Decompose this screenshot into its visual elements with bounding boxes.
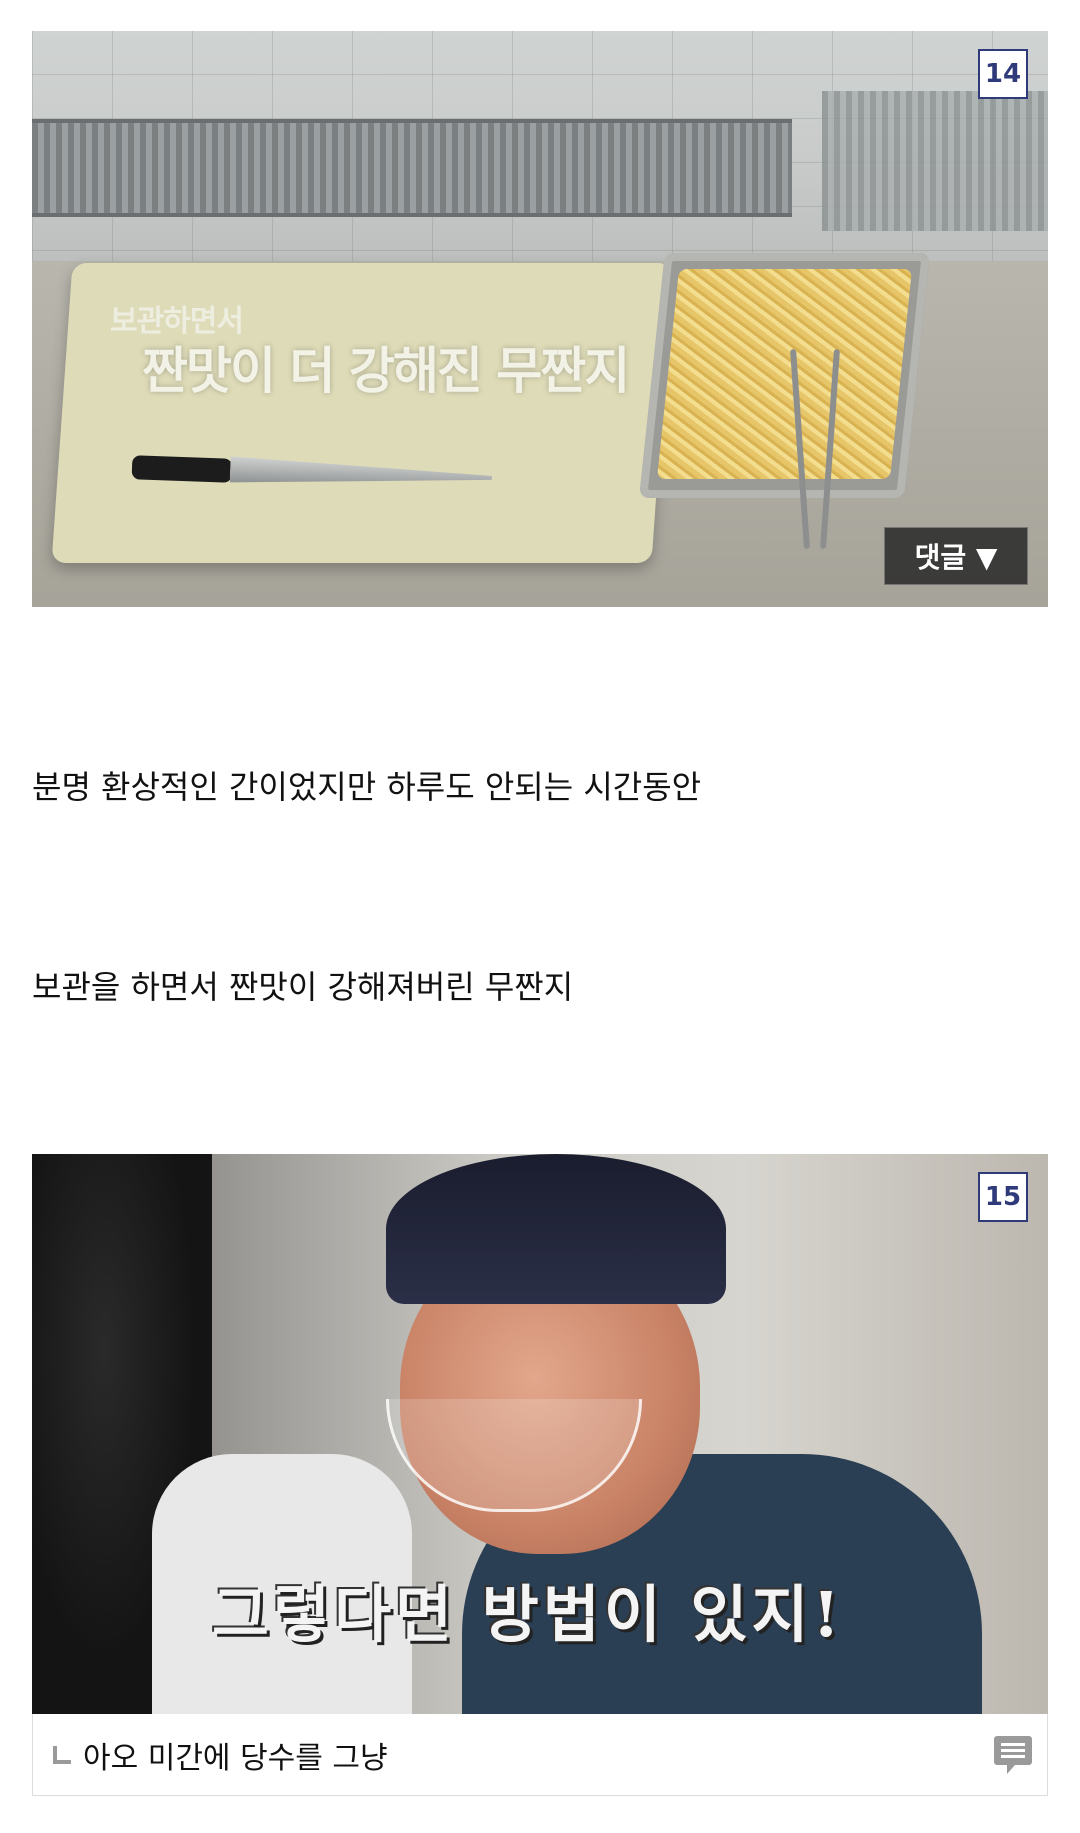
post-paragraph: 보관을 하면서 짠맛이 강해져버린 무짠지 — [32, 968, 574, 1006]
reply-corner-icon — [53, 1745, 71, 1764]
comment-toggle-button[interactable]: 댓글 ▼ — [884, 527, 1028, 585]
image-number-badge: 14 — [978, 49, 1028, 99]
knife-handle — [131, 455, 233, 483]
floor-drain — [32, 119, 792, 217]
comment-list-icon[interactable] — [993, 1732, 1033, 1778]
post-paragraph: 분명 환상적인 간이었지만 하루도 안되는 시간동안 — [32, 768, 702, 806]
image-caption-bar: 아오 미간에 당수를 그냥 — [32, 1714, 1048, 1796]
drain-grate-right — [822, 91, 1048, 231]
photo-overlay-text: 그렇다면 방법이 있지! — [212, 1578, 844, 1651]
post-image-14: 보관하면서 짠맛이 더 강해진 무짠지 14 댓글 ▼ — [32, 31, 1048, 607]
chef-bandana — [386, 1154, 726, 1304]
image-number-badge: 15 — [978, 1172, 1028, 1222]
post-image-15: 그렇다면 방법이 있지! 15 — [32, 1154, 1048, 1714]
pickled-radish — [656, 269, 913, 479]
image-caption: 아오 미간에 당수를 그냥 — [83, 1740, 388, 1776]
photo-overlay-text: 짠맛이 더 강해진 무짠지 — [142, 342, 630, 400]
